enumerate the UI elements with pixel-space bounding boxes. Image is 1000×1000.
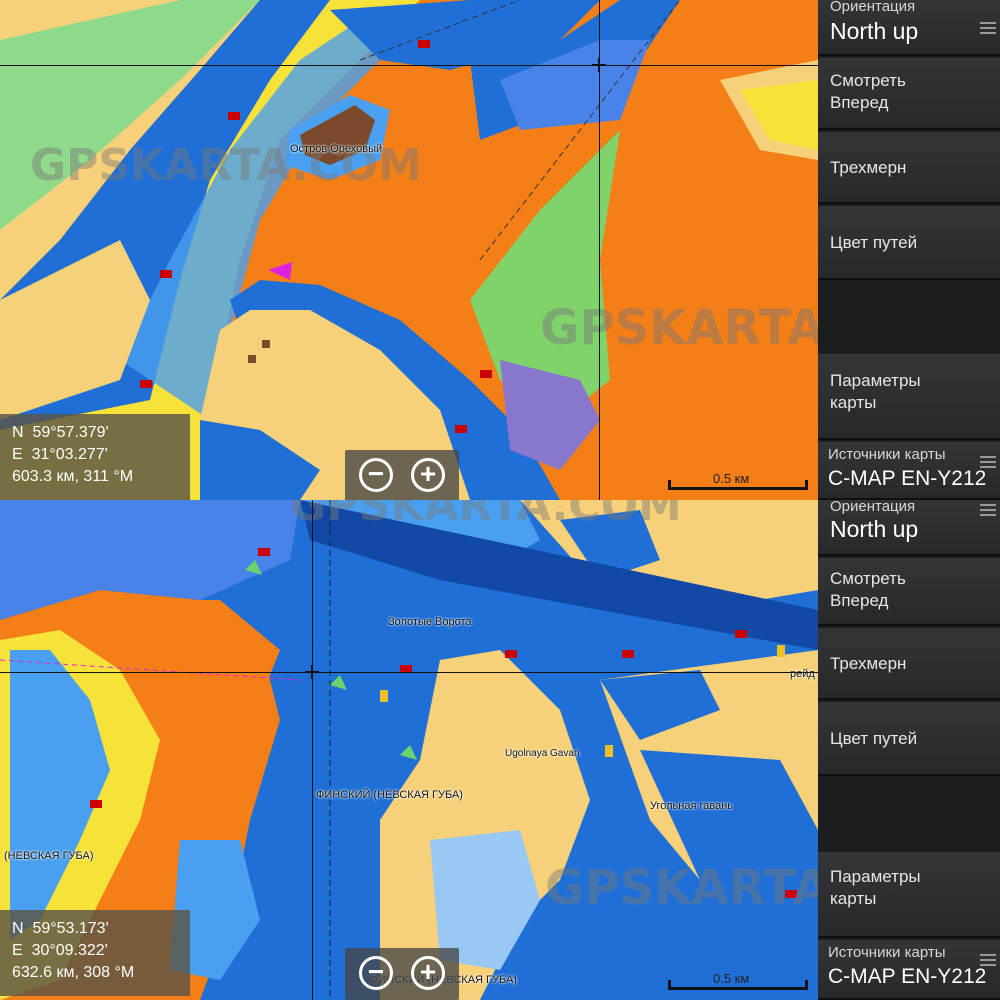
menu-track-colors[interactable]: Цвет путей <box>818 702 1000 776</box>
look-ahead-label: Смотреть Вперед <box>830 71 906 112</box>
orientation-value: North up <box>830 516 919 542</box>
scale-bar: 0.5 км <box>668 471 808 492</box>
longitude: E 30°09.322' <box>12 942 108 959</box>
top-map[interactable]: GPSKARTA.COM GPSKARTA.COM Остров Ореховы… <box>0 0 818 500</box>
top-chart-pane: GPSKARTA.COM GPSKARTA.COM Остров Ореховы… <box>0 0 1000 500</box>
three-d-label: Трехмерн <box>830 158 907 177</box>
crosshair-vertical <box>599 0 600 500</box>
zoom-out-button[interactable]: − <box>359 956 393 990</box>
look-ahead-label: Смотреть Вперед <box>830 569 906 610</box>
menu-chart-source[interactable]: Источники карты C-MAP EN-Y212 <box>818 442 1000 500</box>
menu-track-colors[interactable]: Цвет путей <box>818 206 1000 280</box>
chart-source-label: Источники карты <box>828 944 946 961</box>
ugolnaya-en-label: Ugolnaya Gavan <box>505 748 580 759</box>
plus-icon: + <box>419 458 437 489</box>
menu-handle-icon <box>980 504 996 518</box>
crosshair-vertical <box>312 500 313 1000</box>
menu-orientation[interactable]: Ориентация North up <box>818 500 1000 556</box>
ugolnaya-ru-label: Угольная гавань <box>650 800 734 812</box>
cursor-plus-icon <box>305 665 319 679</box>
bottom-menu-sidebar: Ориентация North up Смотреть Вперед Трех… <box>818 500 1000 1000</box>
position-readout: N 59°53.173' E 30°09.322' 632.6 км, 308 … <box>0 910 190 996</box>
menu-chart-params[interactable]: Параметры карты <box>818 354 1000 440</box>
reid-label: рейд <box>790 668 815 680</box>
minus-icon: − <box>367 956 385 987</box>
gulf-left-label: (НЕВСКАЯ ГУБА) <box>4 850 94 862</box>
bottom-map[interactable]: GPSKARTA.COM GPSKARTA.COM Золотые Ворота… <box>0 500 818 1000</box>
menu-chart-params[interactable]: Параметры карты <box>818 852 1000 938</box>
minus-icon: − <box>367 458 385 489</box>
island-label: Остров Ореховый <box>290 143 383 155</box>
zoom-controls: − + <box>345 948 459 1000</box>
track-colors-label: Цвет путей <box>830 233 918 252</box>
crosshair-horizontal <box>0 65 818 66</box>
longitude: E 31°03.277' <box>12 446 108 463</box>
orientation-value: North up <box>830 18 919 44</box>
menu-orientation[interactable]: Ориентация North up <box>818 0 1000 56</box>
watermark: GPSKARTA.COM <box>540 300 818 356</box>
bottom-chart-pane: GPSKARTA.COM GPSKARTA.COM Золотые Ворота… <box>0 500 1000 1000</box>
plus-icon: + <box>419 956 437 987</box>
top-menu-sidebar: Ориентация North up Смотреть Вперед Трех… <box>818 0 1000 500</box>
chart-source-label: Источники карты <box>828 446 946 463</box>
menu-look-ahead[interactable]: Смотреть Вперед <box>818 558 1000 626</box>
gulf-label: ФИНСКИЙ (НЕВСКАЯ ГУБА) <box>316 789 463 801</box>
zoom-in-button[interactable]: + <box>411 956 445 990</box>
scale-label: 0.5 км <box>713 471 750 486</box>
range-bearing: 603.3 км, 311 °M <box>12 468 134 485</box>
latitude: N 59°57.379' <box>12 424 109 441</box>
menu-3d[interactable]: Трехмерн <box>818 628 1000 700</box>
chart-source-value: C-MAP EN-Y212 <box>828 965 987 988</box>
menu-handle-icon <box>980 954 996 968</box>
menu-chart-source[interactable]: Источники карты C-MAP EN-Y212 <box>818 940 1000 1000</box>
watermark: GPSKARTA.COM <box>545 860 818 916</box>
range-bearing: 632.6 км, 308 °M <box>12 964 135 981</box>
zoom-out-button[interactable]: − <box>359 458 393 492</box>
crosshair-horizontal <box>0 672 818 673</box>
watermark: GPSKARTA.COM <box>290 500 682 531</box>
position-readout: N 59°57.379' E 31°03.277' 603.3 км, 311 … <box>0 414 190 500</box>
golden-gate-label: Золотые Ворота <box>388 616 472 628</box>
zoom-in-button[interactable]: + <box>411 458 445 492</box>
track-colors-label: Цвет путей <box>830 729 918 748</box>
orientation-label: Ориентация <box>830 0 916 15</box>
menu-look-ahead[interactable]: Смотреть Вперед <box>818 58 1000 130</box>
latitude: N 59°53.173' <box>12 920 109 937</box>
scale-label: 0.5 км <box>713 971 750 986</box>
menu-handle-icon <box>980 22 996 36</box>
chart-params-label: Параметры карты <box>830 371 921 412</box>
zoom-controls: − + <box>345 450 459 500</box>
three-d-label: Трехмерн <box>830 654 907 673</box>
cursor-plus-icon <box>592 58 606 72</box>
menu-handle-icon <box>980 456 996 470</box>
chart-params-label: Параметры карты <box>830 867 921 908</box>
scale-bar: 0.5 км <box>668 971 808 992</box>
chart-source-value: C-MAP EN-Y212 <box>828 467 987 490</box>
menu-3d[interactable]: Трехмерн <box>818 132 1000 204</box>
